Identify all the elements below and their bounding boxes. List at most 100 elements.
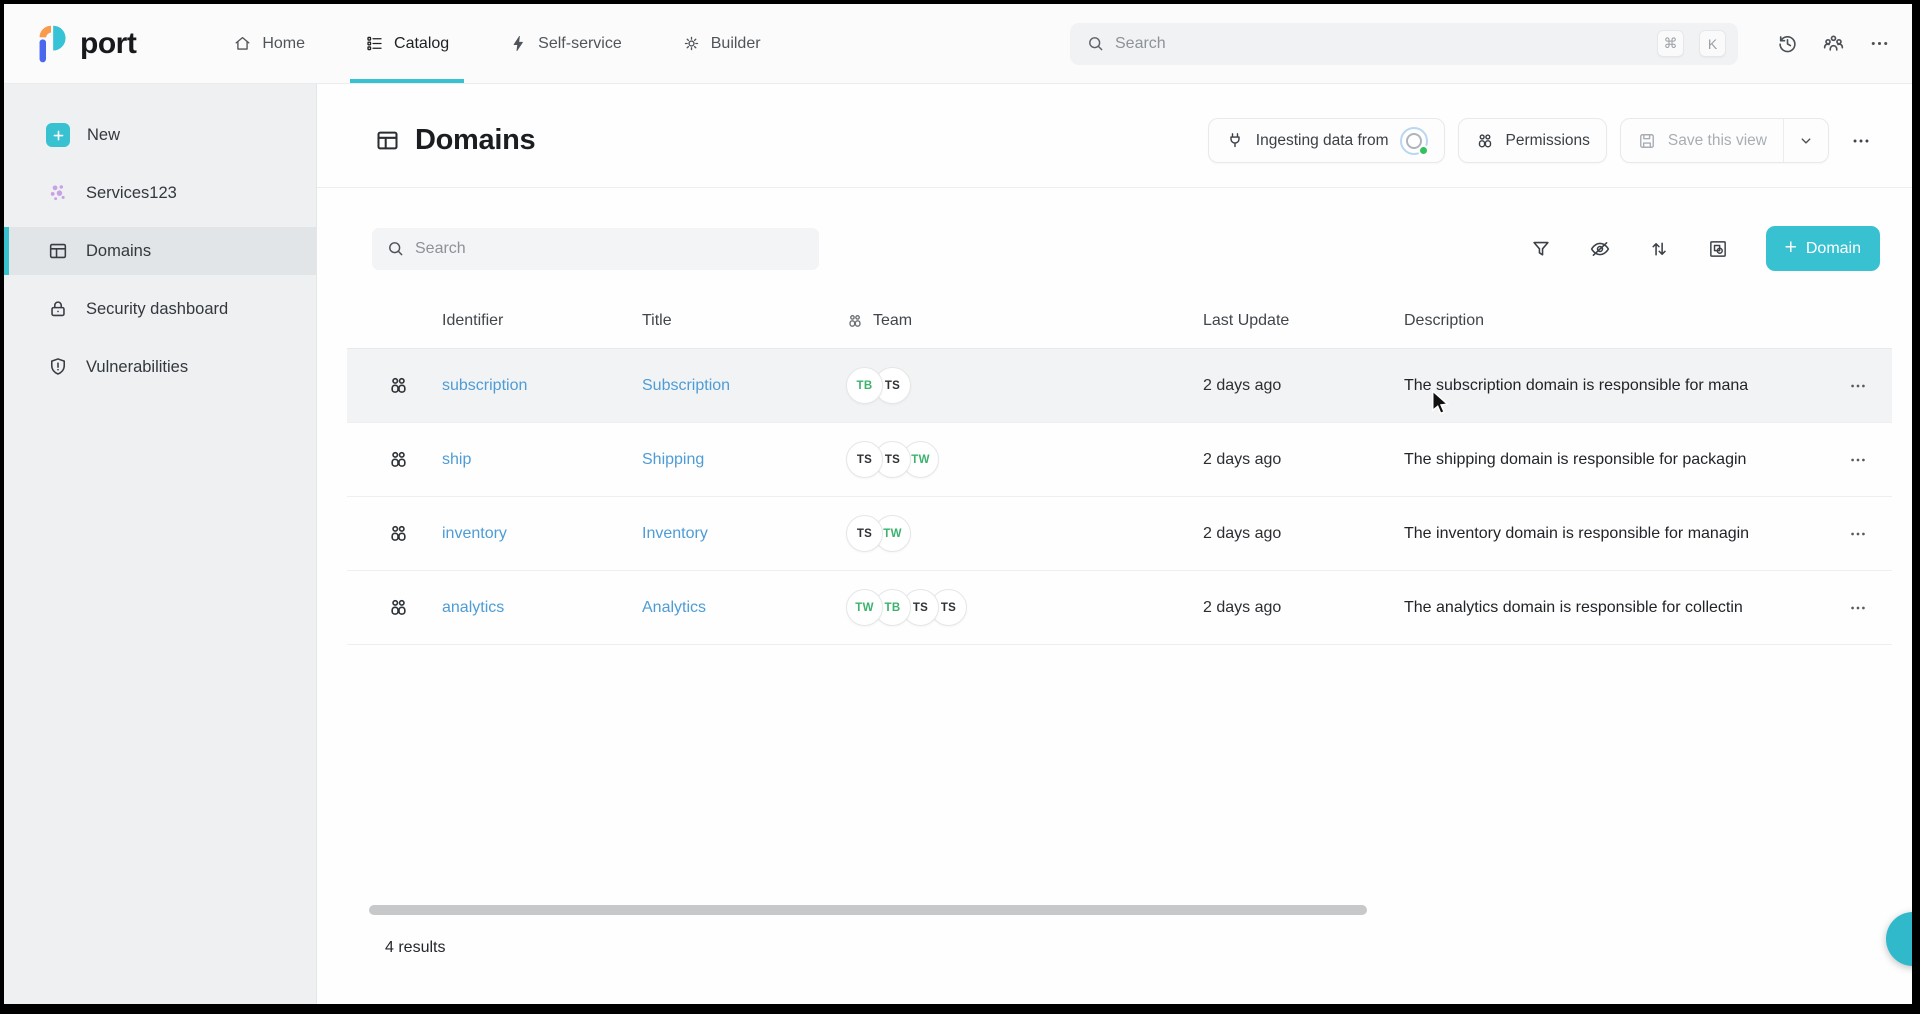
column-header-last-update[interactable]: Last Update [1203,312,1404,330]
row-identifier-link[interactable]: ship [442,451,471,468]
row-more-options-button[interactable] [1840,516,1876,552]
status-dot [1418,145,1429,156]
column-header-team[interactable]: Team [846,312,1203,330]
row-more-options-button[interactable] [1840,368,1876,404]
org-members-icon [1822,32,1845,55]
sidebar-item-label: Domains [86,242,151,261]
ingesting-data-button[interactable]: Ingesting data from [1208,118,1445,163]
page-more-options-button[interactable] [1842,122,1880,160]
ingesting-data-label: Ingesting data from [1256,132,1389,150]
lightning-icon [509,34,528,53]
horizontal-scrollbar[interactable] [369,905,1367,915]
global-search[interactable]: ⌘ K [1070,23,1738,65]
tab-label: Catalog [394,35,449,53]
tab-builder[interactable]: Builder [667,4,776,83]
save-view-label: Save this view [1668,132,1767,150]
sidebar-item-new[interactable]: New [4,111,316,159]
table-row[interactable]: ship Shipping TSTSTW 2 days ago The ship… [347,423,1892,497]
ingestion-source-avatar [1400,127,1428,155]
global-search-input[interactable] [1115,35,1642,53]
ellipsis-icon [1850,130,1872,152]
sort-button[interactable] [1637,229,1681,269]
team-avatar[interactable]: TW [846,589,883,626]
column-header-identifier[interactable]: Identifier [442,312,642,330]
table-search[interactable] [372,228,819,270]
column-header-title[interactable]: Title [642,312,846,330]
table-icon [374,127,401,154]
ellipsis-icon [1848,376,1868,396]
table-search-input[interactable] [415,240,805,258]
row-cell-title: Subscription [642,377,846,395]
permissions-button[interactable]: Permissions [1458,118,1607,163]
plus-icon [46,123,70,147]
org-members-button[interactable] [1814,25,1852,63]
shield-exclamation-icon [47,356,69,378]
column-header-description[interactable]: Description [1404,312,1840,330]
row-title-link[interactable]: Shipping [642,451,704,468]
catalog-icon [365,34,384,53]
gear-icon [682,34,701,53]
tab-self-service[interactable]: Self-service [494,4,637,83]
ellipsis-icon [1848,524,1868,544]
history-button[interactable] [1768,25,1806,63]
sidebar-item-label: Vulnerabilities [86,358,188,377]
save-view-button[interactable]: Save this view [1621,119,1783,162]
table-row[interactable]: analytics Analytics TWTBTSTS 2 days ago … [347,571,1892,645]
domain-blueprint-icon [387,522,410,545]
row-more-options-button[interactable] [1840,442,1876,478]
sidebar-item-vulnerabilities[interactable]: Vulnerabilities [4,343,316,391]
sidebar-item-security-dashboard[interactable]: Security dashboard [4,285,316,333]
tab-catalog[interactable]: Catalog [350,4,464,83]
more-options-button[interactable] [1860,25,1898,63]
sidebar: New Services123 Domains Security dashboa… [4,84,317,1004]
permissions-label: Permissions [1506,132,1590,150]
row-identifier-link[interactable]: subscription [442,377,527,394]
row-cell-identifier: ship [442,451,642,469]
team-avatars: TWTBTSTS [846,589,1203,626]
cluster-icon [47,182,69,204]
row-title-link[interactable]: Inventory [642,525,708,542]
row-description: The inventory domain is responsible for … [1404,525,1840,543]
brand-logo[interactable]: port [37,4,176,83]
filter-button[interactable] [1519,229,1563,269]
domain-blueprint-icon [387,448,410,471]
row-description: The subscription domain is responsible f… [1404,377,1840,395]
row-title-link[interactable]: Analytics [642,599,706,616]
tab-home[interactable]: Home [218,4,320,83]
group-by-button[interactable] [1696,229,1740,269]
row-last-update: 2 days ago [1203,599,1404,617]
team-avatars: TBTS [846,367,1203,404]
save-icon [1637,131,1657,151]
row-identifier-link[interactable]: inventory [442,525,507,542]
sidebar-item-services123[interactable]: Services123 [4,169,316,217]
results-count: 4 results [385,939,445,957]
row-title-link[interactable]: Subscription [642,377,730,394]
hide-columns-button[interactable] [1578,229,1622,269]
table-row[interactable]: inventory Inventory TSTW 2 days ago The … [347,497,1892,571]
table-icon [47,240,69,262]
sidebar-item-label: Security dashboard [86,300,228,319]
table-row[interactable]: subscription Subscription TBTS 2 days ag… [347,349,1892,423]
people-pair-icon [1475,131,1495,151]
team-avatar[interactable]: TB [846,367,883,404]
group-by-icon [1707,238,1729,260]
home-icon [233,34,252,53]
domain-blueprint-icon [387,374,410,397]
topbar-right: ⌘ K [1070,4,1898,83]
row-more-options-button[interactable] [1840,590,1876,626]
page-header: Domains Ingesting data from Permissions [317,84,1912,188]
row-identifier-link[interactable]: analytics [442,599,504,616]
search-icon [1086,34,1105,53]
row-last-update: 2 days ago [1203,451,1404,469]
app-window: port Home Catalog Self-service Builder [4,4,1912,1004]
page-header-actions: Ingesting data from Permissions Save thi… [1208,118,1880,163]
sidebar-item-domains[interactable]: Domains [4,227,316,275]
save-view-dropdown-button[interactable] [1783,119,1828,162]
add-domain-button[interactable]: + Domain [1766,226,1880,271]
history-icon [1776,32,1799,55]
team-avatar[interactable]: TS [846,515,883,552]
domain-blueprint-icon [387,596,410,619]
kbd-command: ⌘ [1657,30,1684,57]
search-icon [386,239,405,258]
team-avatar[interactable]: TS [846,441,883,478]
